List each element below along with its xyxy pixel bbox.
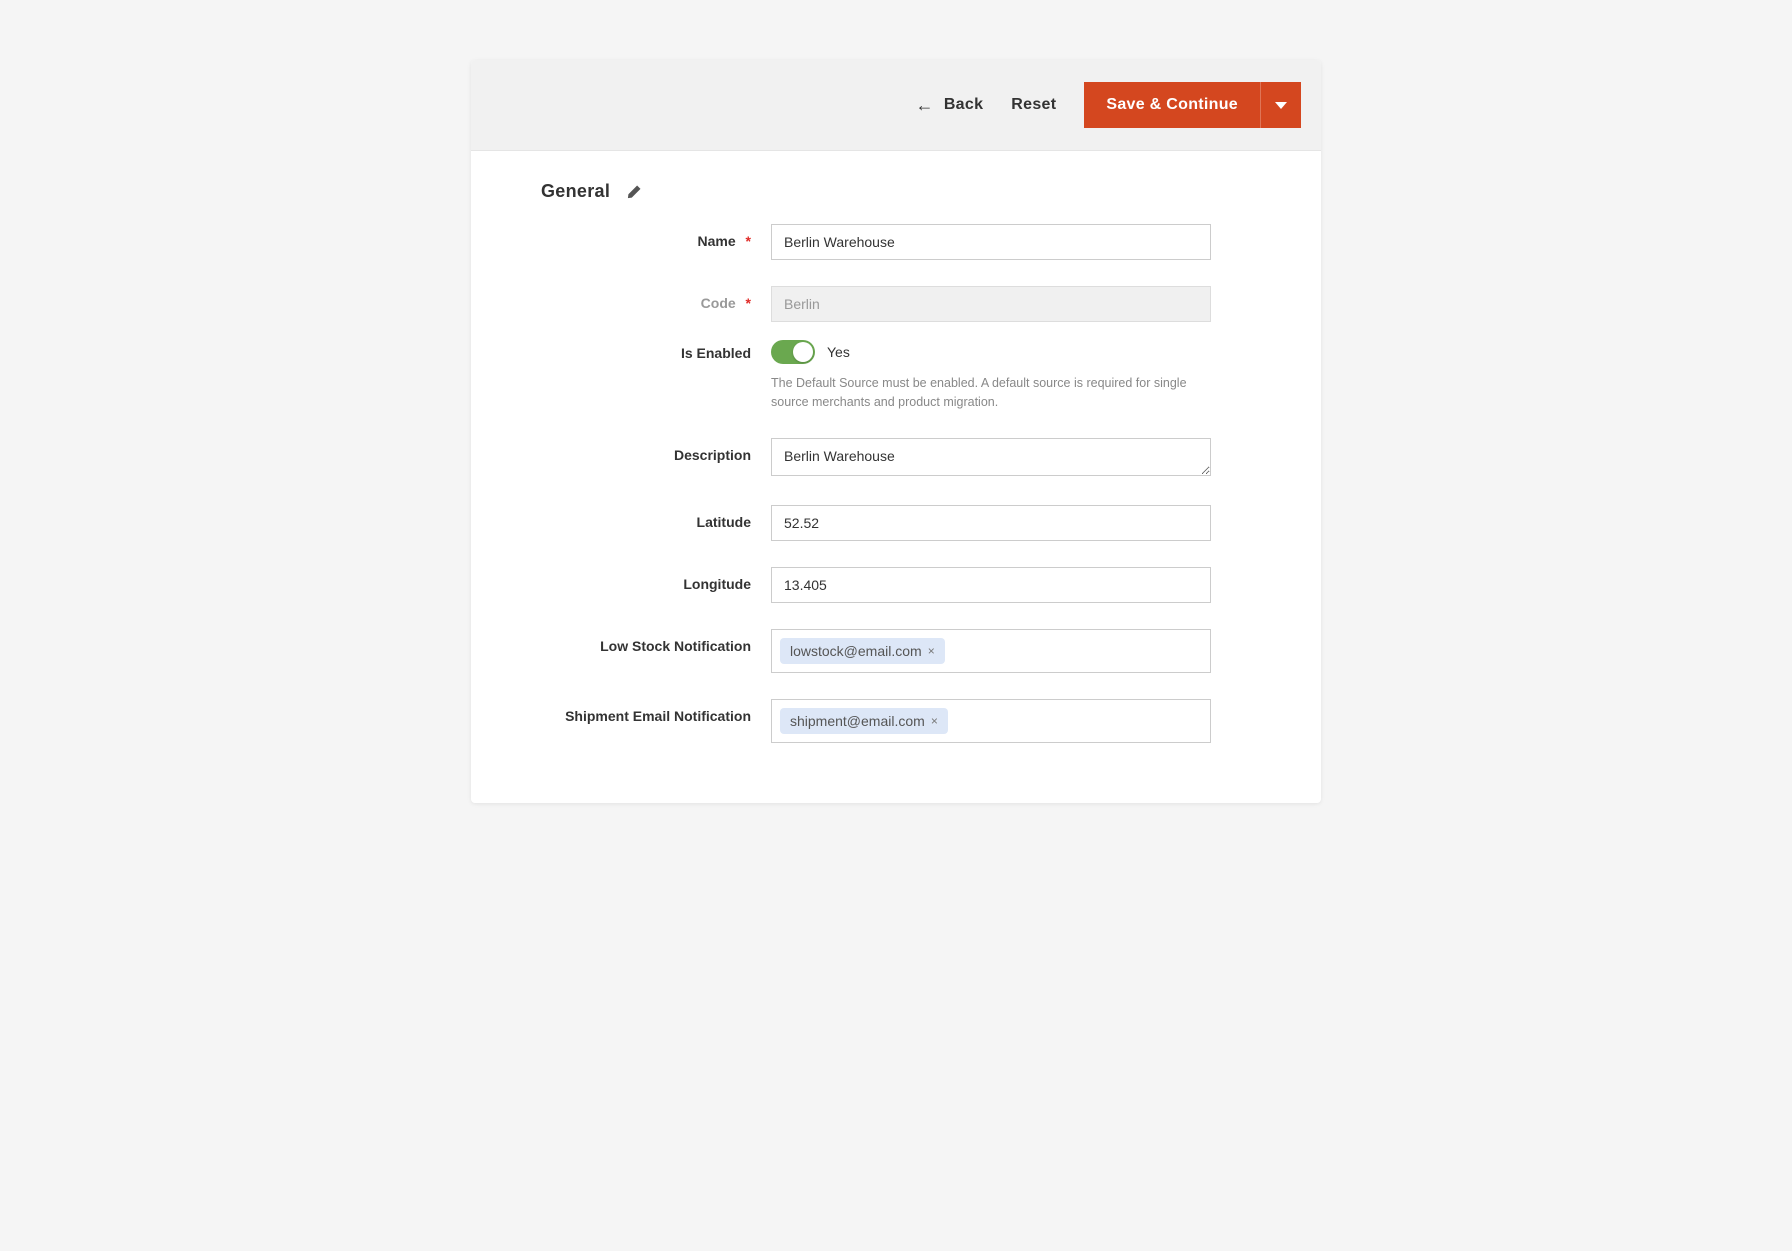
label-description: Description xyxy=(541,438,771,463)
save-continue-button[interactable]: Save & Continue xyxy=(1084,82,1260,128)
caret-down-icon xyxy=(1275,102,1287,109)
label-description-text: Description xyxy=(674,447,751,463)
longitude-input[interactable] xyxy=(771,567,1211,603)
row-longitude: Longitude xyxy=(541,567,1251,603)
label-longitude-text: Longitude xyxy=(683,576,751,592)
save-button-group: Save & Continue xyxy=(1084,82,1301,128)
section-title-row: General xyxy=(541,181,1251,202)
label-code: Code * xyxy=(541,286,771,311)
toolbar: ← Back Reset Save & Continue xyxy=(471,60,1321,151)
label-low-stock: Low Stock Notification xyxy=(541,629,771,654)
arrow-left-icon: ← xyxy=(916,96,934,114)
remove-tag-icon[interactable]: × xyxy=(931,714,938,728)
back-button-label: Back xyxy=(944,96,983,114)
label-shipment-email: Shipment Email Notification xyxy=(541,699,771,724)
description-textarea[interactable] xyxy=(771,438,1211,476)
save-continue-label: Save & Continue xyxy=(1106,96,1238,113)
reset-button[interactable]: Reset xyxy=(1011,96,1056,114)
required-asterisk: * xyxy=(746,233,751,249)
shipment-email-tag-text: shipment@email.com xyxy=(790,713,925,729)
label-latitude-text: Latitude xyxy=(697,514,751,530)
row-code: Code * xyxy=(541,286,1251,322)
label-longitude: Longitude xyxy=(541,567,771,592)
row-description: Description xyxy=(541,438,1251,479)
is-enabled-help: The Default Source must be enabled. A de… xyxy=(771,374,1211,412)
code-input xyxy=(771,286,1211,322)
latitude-input[interactable] xyxy=(771,505,1211,541)
low-stock-tag-input[interactable]: lowstock@email.com × xyxy=(771,629,1211,673)
row-shipment-email: Shipment Email Notification shipment@ema… xyxy=(541,699,1251,743)
required-asterisk: * xyxy=(746,295,751,311)
save-dropdown-button[interactable] xyxy=(1260,82,1301,128)
low-stock-tag-text: lowstock@email.com xyxy=(790,643,922,659)
low-stock-tag: lowstock@email.com × xyxy=(780,638,945,664)
page-card: ← Back Reset Save & Continue General Nam… xyxy=(471,60,1321,803)
shipment-email-tag-input[interactable]: shipment@email.com × xyxy=(771,699,1211,743)
label-is-enabled-text: Is Enabled xyxy=(681,345,751,361)
label-name-text: Name xyxy=(698,233,736,249)
label-is-enabled: Is Enabled xyxy=(541,336,771,361)
remove-tag-icon[interactable]: × xyxy=(928,644,935,658)
pencil-icon[interactable] xyxy=(626,184,642,200)
label-latitude: Latitude xyxy=(541,505,771,530)
toggle-knob xyxy=(793,342,813,362)
back-button[interactable]: ← Back xyxy=(916,96,984,114)
row-latitude: Latitude xyxy=(541,505,1251,541)
row-name: Name * xyxy=(541,224,1251,260)
name-input[interactable] xyxy=(771,224,1211,260)
label-shipment-email-text: Shipment Email Notification xyxy=(565,708,751,724)
section-title: General xyxy=(541,181,610,202)
label-low-stock-text: Low Stock Notification xyxy=(600,638,751,654)
shipment-email-tag: shipment@email.com × xyxy=(780,708,948,734)
row-low-stock: Low Stock Notification lowstock@email.co… xyxy=(541,629,1251,673)
label-code-text: Code xyxy=(701,295,736,311)
toggle-wrap: Yes xyxy=(771,336,1211,364)
section-general: General Name * Code * xyxy=(471,151,1321,763)
is-enabled-toggle[interactable] xyxy=(771,340,815,364)
label-name: Name * xyxy=(541,224,771,249)
row-is-enabled: Is Enabled Yes The Default Source must b… xyxy=(541,336,1251,412)
reset-button-label: Reset xyxy=(1011,96,1056,113)
toggle-value-label: Yes xyxy=(827,344,850,360)
